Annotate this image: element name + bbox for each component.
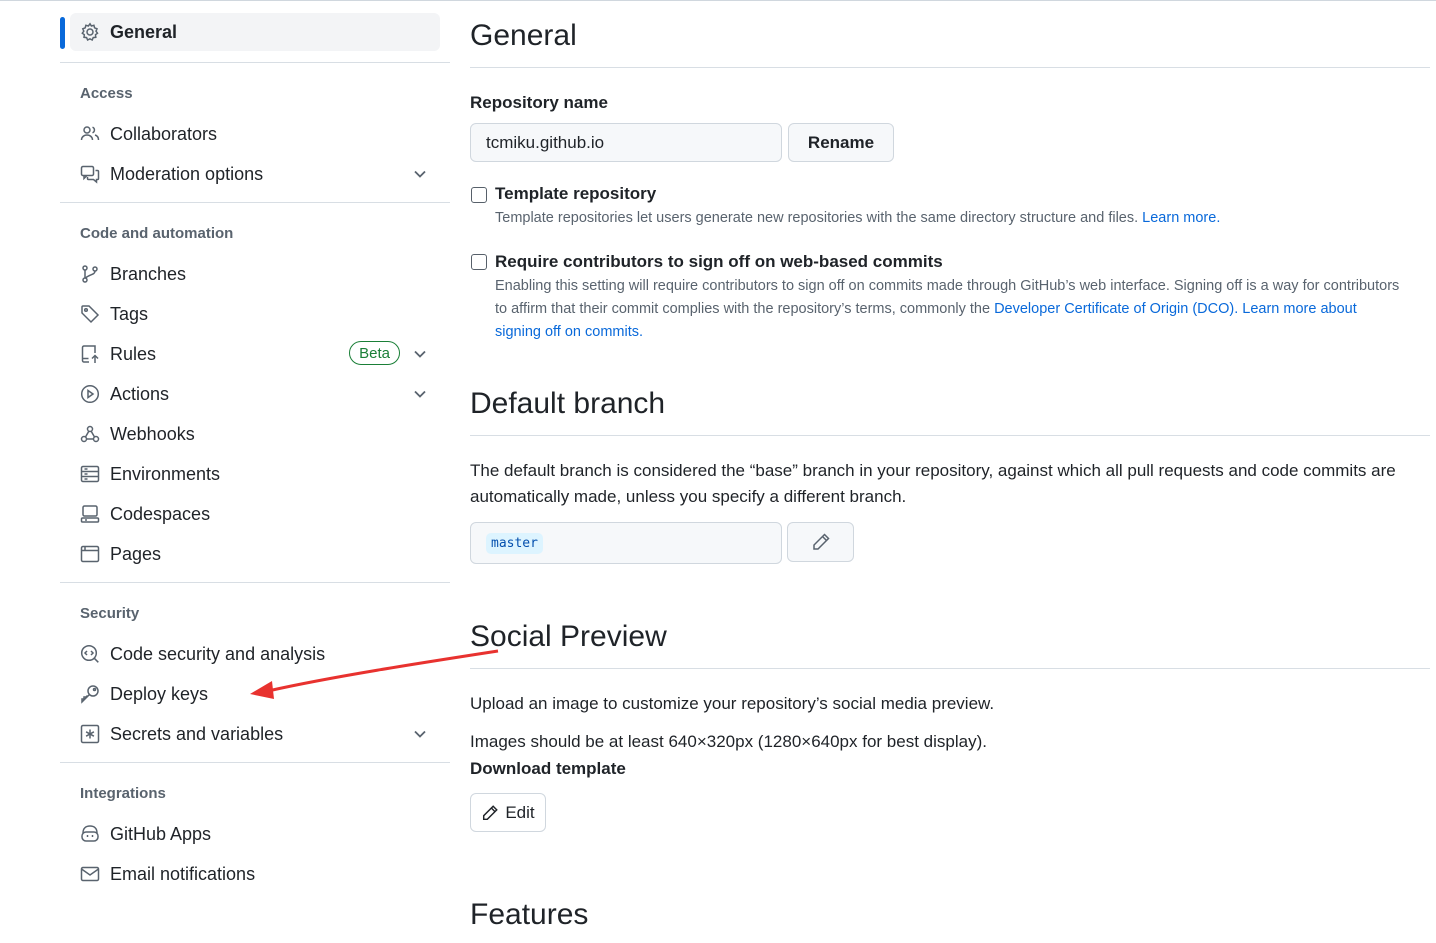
sidebar-item-label: Collaborators <box>110 123 218 144</box>
sidebar-item-general[interactable]: General <box>70 13 440 51</box>
group-title-integrations: Integrations <box>80 785 166 802</box>
group-title-access: Access <box>80 85 133 102</box>
sidebar-item-label: Codespaces <box>110 503 211 524</box>
repo-push-icon <box>80 344 100 364</box>
play-icon <box>80 384 100 404</box>
branch-name: master <box>486 532 543 554</box>
sidebar-item-label: Moderation options <box>110 163 264 184</box>
people-icon <box>80 124 100 144</box>
template-repository-checkbox[interactable] <box>471 187 487 203</box>
signoff-checkbox[interactable] <box>471 254 487 270</box>
sidebar-item-pages[interactable]: Pages <box>70 535 440 573</box>
divider <box>60 582 450 583</box>
repo-name-label: Repository name <box>470 93 608 112</box>
git-branch-icon <box>80 264 100 284</box>
sidebar-item-label: Rules <box>110 343 157 364</box>
chevron-down-icon[interactable] <box>410 724 430 744</box>
server-icon <box>80 464 100 484</box>
beta-badge: Beta <box>349 341 400 365</box>
sidebar-item-rules[interactable]: Rules Beta <box>70 335 440 373</box>
signoff-desc: Enabling this setting will require contr… <box>495 278 1400 340</box>
page-title: General <box>470 19 577 52</box>
codescan-icon <box>80 644 100 664</box>
social-preview-title: Social Preview <box>470 620 667 653</box>
copilot-icon <box>80 824 100 844</box>
active-indicator <box>60 17 65 49</box>
divider <box>470 668 1430 669</box>
template-repository-title: Template repository <box>495 184 657 203</box>
default-branch-title: Default branch <box>470 387 666 420</box>
download-template-link[interactable]: Download template <box>470 756 626 782</box>
dco-link[interactable]: Developer Certificate of Origin (DCO). <box>994 301 1238 317</box>
key-icon <box>80 684 100 704</box>
comment-discussion-icon <box>80 164 100 184</box>
mail-icon <box>80 864 100 884</box>
asterisk-box-icon <box>80 724 100 744</box>
sidebar-item-label: Secrets and variables <box>110 723 284 744</box>
sidebar-item-label: Code security and analysis <box>110 643 326 664</box>
sidebar-item-code-security[interactable]: Code security and analysis <box>70 635 440 673</box>
sidebar-item-collaborators[interactable]: Collaborators <box>70 115 440 153</box>
divider <box>60 762 450 763</box>
rename-button[interactable]: Rename <box>788 123 894 162</box>
sidebar-item-label: GitHub Apps <box>110 823 212 844</box>
sidebar-item-label: Actions <box>110 383 170 404</box>
tag-icon <box>80 304 100 324</box>
sidebar-item-label: Environments <box>110 463 221 484</box>
sidebar-item-label: Webhooks <box>110 423 195 444</box>
group-title-security: Security <box>80 605 140 622</box>
divider <box>60 62 450 63</box>
sidebar-item-codespaces[interactable]: Codespaces <box>70 495 440 533</box>
sidebar-item-moderation[interactable]: Moderation options <box>70 155 440 193</box>
sidebar-item-deploy-keys[interactable]: Deploy keys <box>70 675 440 713</box>
default-branch-desc: The default branch is considered the “ba… <box>470 461 1396 506</box>
sidebar-item-webhooks[interactable]: Webhooks <box>70 415 440 453</box>
sidebar-item-branches[interactable]: Branches <box>70 255 440 293</box>
sidebar-item-label: Pages <box>110 543 162 564</box>
social-preview-size-note: Images should be at least 640×320px (128… <box>470 732 987 751</box>
pencil-icon <box>481 804 499 822</box>
sidebar-item-secrets[interactable]: Secrets and variables <box>70 715 440 753</box>
sidebar-item-label: Email notifications <box>110 863 256 884</box>
browser-icon <box>80 544 100 564</box>
webhook-icon <box>80 424 100 444</box>
chevron-down-icon[interactable] <box>410 164 430 184</box>
divider <box>470 435 1430 436</box>
sidebar-item-github-apps[interactable]: GitHub Apps <box>70 815 440 853</box>
sidebar-item-label: General <box>110 21 178 42</box>
sidebar-item-email-notifications[interactable]: Email notifications <box>70 855 440 893</box>
edit-label: Edit <box>505 802 535 822</box>
repo-name-input[interactable]: tcmiku.github.io <box>470 123 782 162</box>
divider <box>470 67 1430 68</box>
default-branch-field: master <box>470 522 782 564</box>
social-edit-button[interactable]: Edit <box>470 793 546 832</box>
sidebar-item-label: Deploy keys <box>110 683 209 704</box>
divider <box>60 202 450 203</box>
learn-more-link[interactable]: Learn more. <box>1142 210 1220 226</box>
group-title-code-automation: Code and automation <box>80 225 234 242</box>
sidebar-item-label: Branches <box>110 263 187 284</box>
chevron-down-icon[interactable] <box>410 344 430 364</box>
sidebar-item-environments[interactable]: Environments <box>70 455 440 493</box>
template-repository-desc: Template repositories let users generate… <box>495 210 1221 226</box>
chevron-down-icon[interactable] <box>410 384 430 404</box>
sidebar-item-tags[interactable]: Tags <box>70 295 440 333</box>
pencil-icon <box>811 532 831 552</box>
sidebar-item-label: Tags <box>110 303 149 324</box>
features-title: Features <box>470 898 589 931</box>
codespaces-icon <box>80 504 100 524</box>
gear-icon <box>80 22 100 42</box>
signoff-title: Require contributors to sign off on web-… <box>495 252 943 271</box>
social-preview-desc: Upload an image to customize your reposi… <box>470 694 995 713</box>
edit-branch-button[interactable] <box>787 522 854 562</box>
sidebar-item-actions[interactable]: Actions <box>70 375 440 413</box>
